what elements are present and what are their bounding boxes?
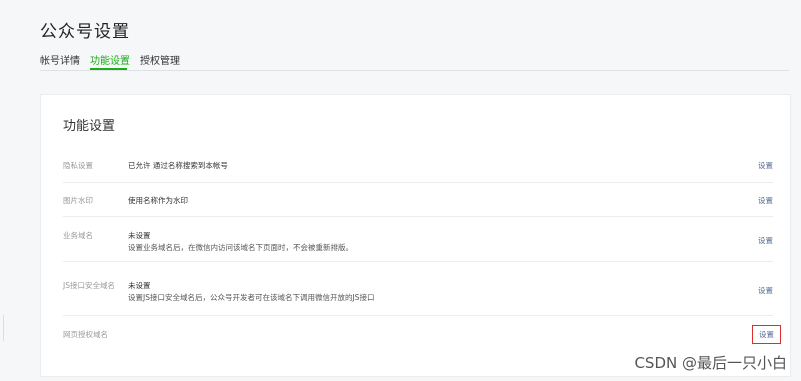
settings-row-privacy: 隐私设置 已允许 通过名称搜索到本帐号 设置 [63, 149, 773, 183]
row-label: JS接口安全域名 [63, 281, 115, 290]
business-domain-settings-link[interactable]: 设置 [758, 235, 773, 246]
row-label: 网页授权域名 [63, 330, 108, 339]
js-domain-settings-link[interactable]: 设置 [758, 285, 773, 296]
row-label: 业务域名 [63, 231, 93, 240]
web-auth-domain-settings-link[interactable]: 设置 [752, 325, 781, 344]
function-settings-panel: 功能设置 隐私设置 已允许 通过名称搜索到本帐号 设置 图片水印 使用名称作为水… [40, 94, 791, 377]
row-value: 使用名称作为水印 [128, 196, 188, 205]
row-value: 未设置 [128, 281, 151, 290]
row-description: 设置业务域名后，在微信内访问该域名下页面时，不会被重新排版。 [128, 243, 353, 252]
tab-authorization-management[interactable]: 授权管理 [140, 52, 180, 67]
settings-row-watermark: 图片水印 使用名称作为水印 设置 [63, 183, 773, 217]
active-tab-indicator [90, 68, 127, 70]
privacy-settings-link[interactable]: 设置 [758, 160, 773, 171]
settings-row-js-domain: JS接口安全域名 未设置 设置JS接口安全域名后，公众号开发者可在该域名下调用微… [63, 262, 773, 316]
csdn-watermark: CSDN @最后一只小白 [634, 354, 787, 372]
tab-bar: 帐号详情 功能设置 授权管理 [40, 50, 789, 71]
settings-row-web-auth-domain: 网页授权域名 设置 [63, 316, 781, 356]
row-label: 图片水印 [63, 196, 93, 205]
settings-row-business-domain: 业务域名 未设置 设置业务域名后，在微信内访问该域名下页面时，不会被重新排版。 … [63, 217, 773, 262]
watermark-settings-link[interactable]: 设置 [758, 195, 773, 206]
section-title: 功能设置 [63, 119, 116, 134]
row-label: 隐私设置 [63, 161, 93, 170]
row-description: 设置JS接口安全域名后，公众号开发者可在该域名下调用微信开放的JS接口 [128, 293, 375, 302]
row-value: 已允许 通过名称搜索到本帐号 [128, 161, 228, 170]
page-title: 公众号设置 [40, 22, 130, 42]
tab-account-details[interactable]: 帐号详情 [40, 52, 80, 67]
left-edge-divider [0, 315, 4, 341]
tab-function-settings[interactable]: 功能设置 [90, 52, 130, 67]
row-value: 未设置 [128, 231, 151, 240]
